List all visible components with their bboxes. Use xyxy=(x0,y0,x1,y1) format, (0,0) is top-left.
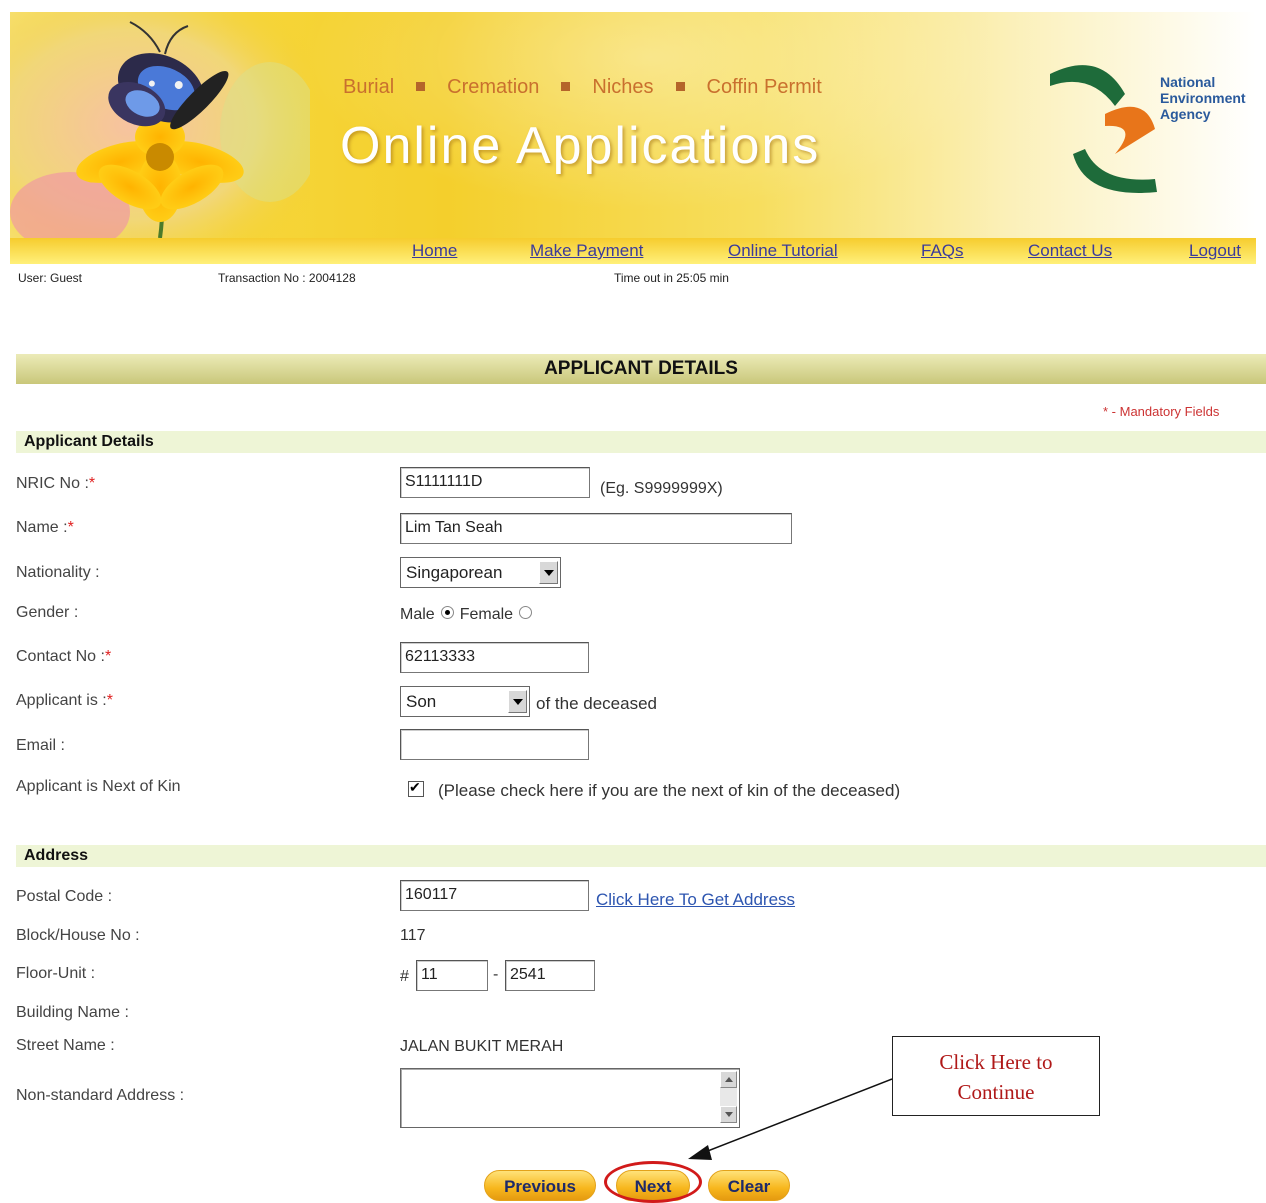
next-highlight-circle xyxy=(604,1161,702,1203)
previous-button[interactable]: Previous xyxy=(484,1170,596,1201)
callout-arrow-icon xyxy=(688,1078,893,1160)
clear-button[interactable]: Clear xyxy=(708,1170,790,1201)
